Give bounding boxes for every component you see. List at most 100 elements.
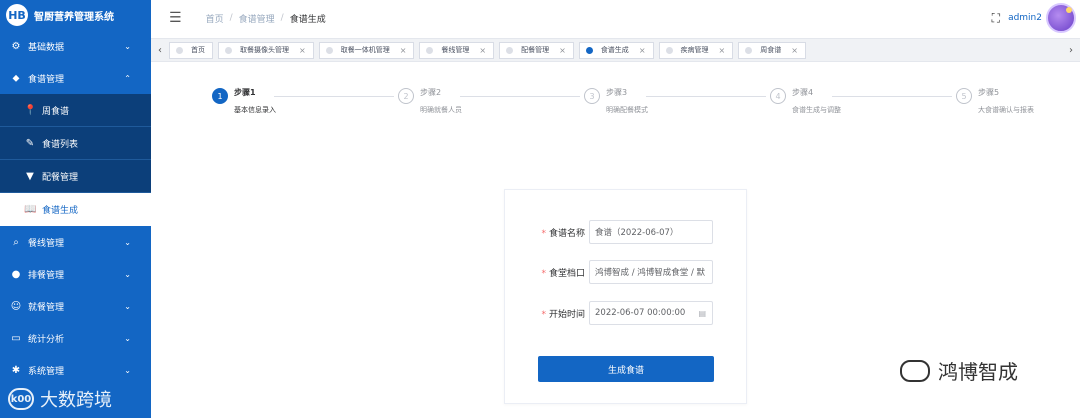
tab-terminal-management[interactable]: 取餐一体机管理 ×	[318, 41, 415, 59]
breadcrumb-home[interactable]: 首页	[206, 12, 224, 25]
step-number: 5	[956, 88, 972, 104]
chevron-left-icon[interactable]: ‹	[151, 45, 169, 56]
smile-icon: ☺	[10, 300, 22, 312]
close-icon[interactable]: ×	[639, 46, 646, 55]
tab-dot-icon	[506, 46, 514, 54]
close-icon[interactable]: ×	[479, 46, 486, 55]
start-time-value: 2022-06-07 00:00:00	[595, 308, 686, 318]
tab-label: 周食谱	[760, 46, 782, 54]
settings-icon: ⚙	[11, 40, 21, 52]
close-icon[interactable]: ×	[299, 46, 306, 55]
menu-basic-data[interactable]: ⚙ 基础数据 ⌄	[0, 30, 151, 62]
step-title: 步骤2	[420, 88, 442, 97]
start-time-picker[interactable]: 2022-06-07 00:00:00 ▤	[589, 301, 713, 325]
tab-recipe-generate[interactable]: 食谱生成 ×	[578, 41, 654, 59]
step-title: 步骤5	[978, 88, 1000, 97]
tab-line-management[interactable]: 餐线管理 ×	[419, 41, 495, 59]
location-pin-icon: 📍	[24, 104, 37, 116]
step-desc: 明确就餐人员	[420, 106, 462, 114]
sidebar-item-recipe-list[interactable]: ✎ 食谱列表	[0, 127, 151, 160]
sidebar-item-label: 食谱列表	[42, 139, 79, 150]
top-header: ☰ 首页 / 食谱管理 / 食谱生成 ⛶ admin2	[151, 0, 1080, 36]
tab-label: 首页	[191, 46, 205, 54]
avatar[interactable]	[1046, 3, 1076, 33]
label-text: 食堂档口	[548, 268, 585, 279]
close-icon[interactable]: ×	[400, 46, 407, 55]
menu-label: 就餐管理	[28, 302, 65, 313]
form-label: * 食谱名称	[505, 226, 589, 239]
submenu: 📍 周食谱 ✎ 食谱列表 ▼ 配餐管理 📖 食谱生成	[0, 94, 151, 226]
sidebar-item-meal-config[interactable]: ▼ 配餐管理	[0, 160, 151, 193]
chevron-right-icon[interactable]: ›	[1062, 45, 1080, 56]
step-title: 步骤1	[234, 88, 256, 97]
tab-dot-icon	[665, 46, 673, 54]
tab-dot-icon	[585, 46, 593, 54]
sidebar-item-label: 周食谱	[42, 106, 70, 117]
step-desc: 基本信息录入	[234, 106, 276, 114]
tab-disease-management[interactable]: 疾病管理 ×	[658, 41, 734, 59]
calendar-icon: ▤	[698, 308, 706, 318]
tab-meal-config[interactable]: 配餐管理 ×	[499, 41, 574, 59]
menu-line-management[interactable]: ⌕ 餐线管理 ⌄	[0, 226, 151, 258]
form-label: * 食堂档口	[505, 266, 589, 279]
sidebar-item-recipe-generate[interactable]: 📖 食谱生成	[0, 193, 151, 226]
step-number: 2	[398, 88, 414, 104]
tab-label: 取餐一体机管理	[340, 46, 390, 54]
canteen-cascader[interactable]: 鸿博智成 / 鸿博智成食堂 / 默	[589, 260, 713, 284]
tab-weekly-recipe[interactable]: 周食谱 ×	[738, 41, 806, 59]
menu-schedule-management[interactable]: ● 排餐管理 ⌄	[0, 258, 151, 290]
tab-label: 配餐管理	[521, 46, 550, 54]
avatar-badge	[1066, 7, 1072, 13]
recipe-name-input[interactable]: 食谱（2022-06-07）	[589, 220, 713, 244]
drop-icon: ⬥	[12, 72, 20, 84]
step-number: 3	[584, 88, 600, 104]
close-icon[interactable]: ×	[559, 46, 566, 55]
close-icon[interactable]: ×	[791, 46, 798, 55]
form-label: * 开始时间	[505, 307, 589, 320]
fullscreen-icon[interactable]: ⛶	[992, 11, 1000, 26]
tab-label: 疾病管理	[680, 46, 709, 54]
search-icon: ⌕	[13, 236, 19, 248]
step-connector	[460, 96, 580, 97]
breadcrumb: 首页 / 食谱管理 / 食谱生成	[206, 12, 326, 25]
menu-dining-management[interactable]: ☺ 就餐管理 ⌄	[0, 290, 151, 322]
tab-dot-icon	[176, 46, 183, 54]
step-connector	[274, 96, 394, 97]
menu-statistics[interactable]: ▭ 统计分析 ⌄	[0, 322, 151, 354]
breadcrumb-recipe-management[interactable]: 食谱管理	[239, 12, 275, 25]
watermark-right-text: 鸿博智成	[938, 360, 1018, 384]
logo-row: HB 智厨营养管理系统	[0, 0, 151, 30]
chevron-down-icon: ⌄	[124, 301, 131, 311]
chevron-down-icon: ⌄	[124, 41, 131, 51]
form-row-recipe-name: * 食谱名称 食谱（2022-06-07）	[505, 220, 748, 244]
app-title: 智厨营养管理系统	[34, 11, 114, 23]
tab-dot-icon	[426, 46, 434, 54]
tab-home[interactable]: 首页	[169, 41, 213, 59]
recipe-form-card: * 食谱名称 食谱（2022-06-07） * 食堂档口 鸿博智成 / 鸿博智成食堂…	[504, 189, 747, 404]
hamburger-menu-icon[interactable]: ☰	[169, 10, 182, 26]
menu-recipe-management[interactable]: ⬥ 食谱管理 ⌃	[0, 62, 151, 94]
step-connector	[832, 96, 952, 97]
step-number: 4	[770, 88, 786, 104]
sidebar-item-weekly-recipe[interactable]: 📍 周食谱	[0, 94, 151, 127]
close-icon[interactable]: ×	[719, 46, 726, 55]
chevron-down-icon: ⌄	[124, 237, 131, 247]
steps: 1 步骤1 基本信息录入 2 步骤2 明确就餐人员 3 步骤3 明确配餐模式 4…	[212, 88, 1072, 118]
label-text: 食谱名称	[548, 228, 585, 239]
chevron-down-icon: ⌄	[124, 269, 131, 279]
breadcrumb-current: 食谱生成	[289, 14, 326, 25]
menu-system-management[interactable]: ✱ 系统管理 ⌄	[0, 354, 151, 386]
menu-label: 统计分析	[28, 334, 65, 345]
step-desc: 大食谱确认与报表	[978, 106, 1034, 114]
tab-camera-management[interactable]: 取餐摄像头管理 ×	[218, 41, 314, 59]
step-title: 步骤4	[792, 88, 814, 97]
step-connector	[646, 96, 766, 97]
step-number: 1	[212, 88, 228, 104]
chevron-up-icon: ⌃	[124, 73, 131, 83]
sidebar-item-label: 配餐管理	[42, 172, 79, 183]
generate-recipe-button[interactable]: 生成食谱	[538, 356, 714, 382]
username[interactable]: admin2	[1008, 13, 1042, 23]
step-desc: 食谱生成与调整	[792, 106, 841, 114]
step-title: 步骤3	[606, 88, 628, 97]
chevron-down-icon: ⌄	[124, 333, 131, 343]
